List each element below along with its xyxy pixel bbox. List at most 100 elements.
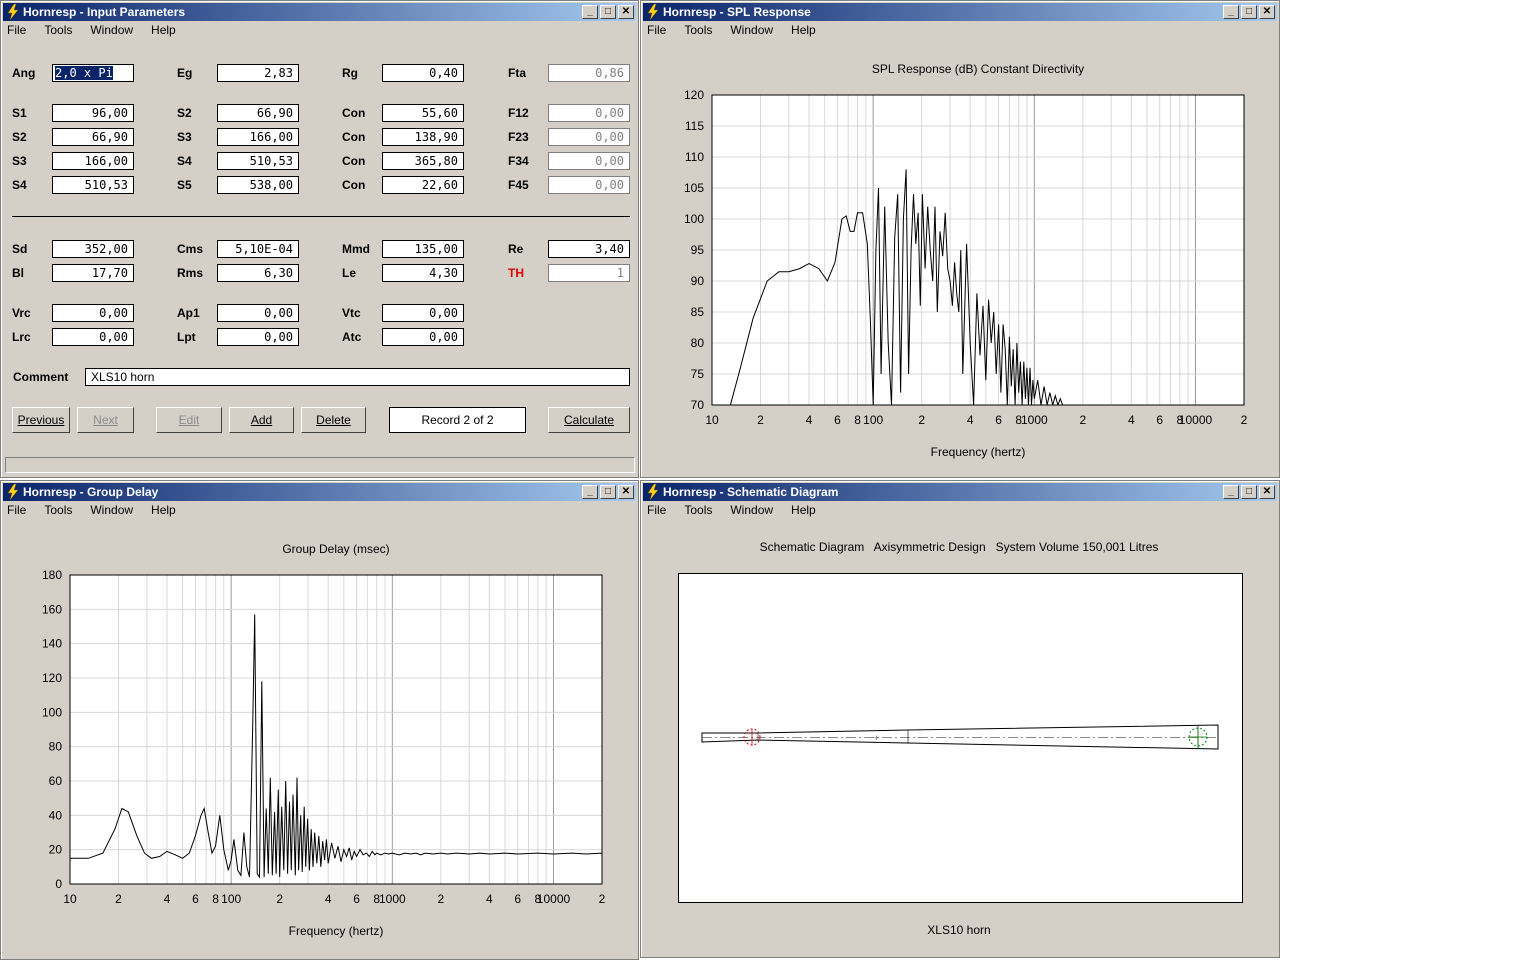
menu-window[interactable]: Window xyxy=(88,503,135,517)
spl-title-bar[interactable]: Hornresp - SPL Response _ □ ✕ xyxy=(643,3,1277,21)
f45-field[interactable]: 0,00 xyxy=(548,176,630,194)
vrc-field[interactable]: 0,00 xyxy=(52,304,134,322)
close-button[interactable]: ✕ xyxy=(618,485,634,499)
maximize-button[interactable]: □ xyxy=(600,5,616,19)
minimize-button[interactable]: _ xyxy=(582,5,598,19)
vtc-field[interactable]: 0,00 xyxy=(382,304,464,322)
comment-field[interactable]: XLS10 horn xyxy=(85,368,630,386)
param-label: Le xyxy=(342,266,357,280)
menu-window[interactable]: Window xyxy=(728,23,775,37)
input-title-bar[interactable]: Hornresp - Input Parameters _ □ ✕ xyxy=(3,3,636,21)
f12-field[interactable]: 0,00 xyxy=(548,104,630,122)
param-label: S2 xyxy=(12,130,27,144)
le-field[interactable]: 4,30 xyxy=(382,264,464,282)
maximize-button[interactable]: □ xyxy=(1241,5,1257,19)
menu-file[interactable]: File xyxy=(645,503,668,517)
close-button[interactable]: ✕ xyxy=(618,5,634,19)
s4-field[interactable]: 510,53 xyxy=(52,176,134,194)
bl-field[interactable]: 17,70 xyxy=(52,264,134,282)
maximize-button[interactable]: □ xyxy=(600,485,616,499)
atc-field[interactable]: 0,00 xyxy=(382,328,464,346)
previous-button[interactable]: Previous xyxy=(12,407,70,433)
minimize-button[interactable]: _ xyxy=(1223,5,1239,19)
param-label: S3 xyxy=(12,154,27,168)
param-label: S4 xyxy=(177,154,192,168)
x-tick-label: 2 xyxy=(1241,413,1248,427)
eg-field[interactable]: 2,83 xyxy=(217,64,299,82)
menu-file[interactable]: File xyxy=(5,503,28,517)
param-label: F34 xyxy=(508,154,529,168)
rg-field[interactable]: 0,40 xyxy=(382,64,464,82)
gd-title-bar[interactable]: Hornresp - Group Delay _ □ ✕ xyxy=(3,483,636,501)
close-button[interactable]: ✕ xyxy=(1259,5,1275,19)
next-button[interactable]: Next xyxy=(77,407,134,433)
s3-field[interactable]: 166,00 xyxy=(52,152,134,170)
menu-tools[interactable]: Tools xyxy=(42,503,74,517)
s1-field[interactable]: 96,00 xyxy=(52,104,134,122)
menu-help[interactable]: Help xyxy=(789,23,818,37)
edit-button[interactable]: Edit xyxy=(156,407,222,433)
f34-field[interactable]: 0,00 xyxy=(548,152,630,170)
calculate-button[interactable]: Calculate xyxy=(548,407,630,433)
x-tick-label: 4 xyxy=(486,892,493,906)
param-label: Con xyxy=(342,154,366,168)
group-delay-window: Hornresp - Group Delay _ □ ✕ File Tools Wind… xyxy=(0,480,639,960)
sd-field[interactable]: 352,00 xyxy=(52,240,134,258)
x-tick-label: 2 xyxy=(918,413,925,427)
x-tick-label: 6 xyxy=(192,892,199,906)
y-tick-label: 70 xyxy=(691,398,705,412)
x-tick-label: 6 xyxy=(834,413,841,427)
s4-field[interactable]: 510,53 xyxy=(217,152,299,170)
add-button[interactable]: Add xyxy=(229,407,294,433)
x-tick-label: 6 xyxy=(1156,413,1163,427)
lpt-field[interactable]: 0,00 xyxy=(217,328,299,346)
menu-window[interactable]: Window xyxy=(728,503,775,517)
plot-area xyxy=(70,575,602,884)
menu-window[interactable]: Window xyxy=(88,23,135,37)
s5-field[interactable]: 538,00 xyxy=(217,176,299,194)
menu-help[interactable]: Help xyxy=(149,23,178,37)
menu-help[interactable]: Help xyxy=(789,503,818,517)
delete-button[interactable]: Delete xyxy=(301,407,366,433)
s2-field[interactable]: 66,90 xyxy=(52,128,134,146)
minimize-button[interactable]: _ xyxy=(1223,485,1239,499)
s2-field[interactable]: 66,90 xyxy=(217,104,299,122)
s3-field[interactable]: 166,00 xyxy=(217,128,299,146)
y-tick-label: 110 xyxy=(685,150,704,164)
lrc-field[interactable]: 0,00 xyxy=(52,328,134,346)
menu-file[interactable]: File xyxy=(5,23,28,37)
con-field[interactable]: 138,90 xyxy=(382,128,464,146)
param-label: Ap1 xyxy=(177,306,200,320)
close-button[interactable]: ✕ xyxy=(1259,485,1275,499)
menu-tools[interactable]: Tools xyxy=(682,503,714,517)
cms-field[interactable]: 5,10E-04 xyxy=(217,240,299,258)
lightning-icon xyxy=(647,4,659,20)
ang-field[interactable]: 2,0 x Pi xyxy=(52,64,134,82)
y-tick-label: 40 xyxy=(49,808,63,822)
minimize-button[interactable]: _ xyxy=(582,485,598,499)
input-parameters-window: Hornresp - Input Parameters _ □ ✕ File Tool… xyxy=(0,0,639,478)
param-label: TH xyxy=(508,266,524,280)
re-field[interactable]: 3,40 xyxy=(548,240,630,258)
con-field[interactable]: 55,60 xyxy=(382,104,464,122)
th-field[interactable]: 1 xyxy=(548,264,630,282)
menu-help[interactable]: Help xyxy=(149,503,178,517)
param-label: Con xyxy=(342,178,366,192)
f23-field[interactable]: 0,00 xyxy=(548,128,630,146)
y-tick-label: 100 xyxy=(684,212,704,226)
mmd-field[interactable]: 135,00 xyxy=(382,240,464,258)
fta-field[interactable]: 0,86 xyxy=(548,64,630,82)
param-label: Fta xyxy=(508,66,526,80)
menu-tools[interactable]: Tools xyxy=(682,23,714,37)
ap1-field[interactable]: 0,00 xyxy=(217,304,299,322)
menu-tools[interactable]: Tools xyxy=(42,23,74,37)
con-field[interactable]: 22,60 xyxy=(382,176,464,194)
x-tick-label: 100 xyxy=(221,892,241,906)
menu-file[interactable]: File xyxy=(645,23,668,37)
rms-field[interactable]: 6,30 xyxy=(217,264,299,282)
maximize-button[interactable]: □ xyxy=(1241,485,1257,499)
lightning-icon xyxy=(647,484,659,500)
schematic-title-bar[interactable]: Hornresp - Schematic Diagram _ □ ✕ xyxy=(643,483,1277,501)
con-field[interactable]: 365,80 xyxy=(382,152,464,170)
status-bar xyxy=(5,457,635,473)
